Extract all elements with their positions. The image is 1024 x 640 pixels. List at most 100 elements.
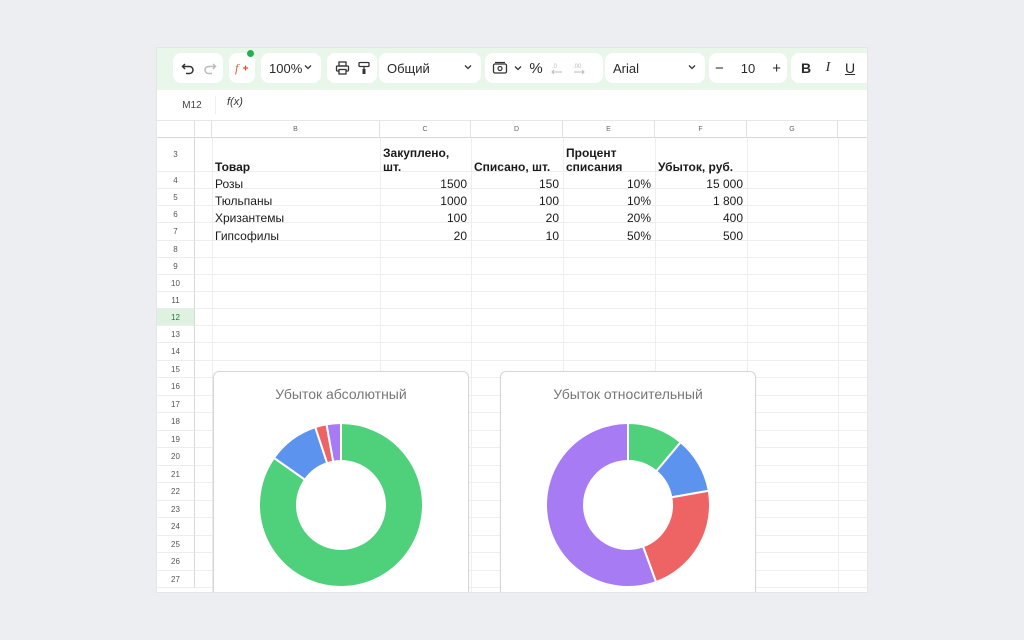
cell-product[interactable]: Розы — [215, 177, 243, 191]
column-header-g[interactable]: G — [747, 121, 838, 138]
row-header-9[interactable]: 9 — [157, 258, 195, 275]
italic-button[interactable]: I — [817, 57, 839, 79]
zoom-value: 100% — [269, 60, 303, 76]
sheet-grid[interactable]: B C D E F G 3 4 5 6 7 8 9 10 11 12 13 14 15 16 17 18 19 2… — [157, 121, 867, 592]
text-style-group: B I U — [791, 53, 867, 83]
row-header-27[interactable]: 27 — [157, 571, 195, 588]
corner-cell[interactable] — [157, 121, 195, 138]
cell-product[interactable]: Гипсофилы — [215, 229, 279, 243]
column-header-a[interactable] — [195, 121, 212, 138]
row-header-24[interactable]: 24 — [157, 518, 195, 536]
header-written-off: Списано, шт. — [474, 160, 551, 174]
font-family-select[interactable]: Arial — [605, 53, 705, 83]
print-paint-group — [327, 53, 377, 83]
row-header-22[interactable]: 22 — [157, 483, 195, 501]
row-header-8[interactable]: 8 — [157, 241, 195, 258]
decrease-decimal-icon[interactable]: .0 — [547, 57, 569, 79]
row-header-5[interactable]: 5 — [157, 189, 195, 206]
increase-decimal-icon[interactable]: .00 — [569, 57, 591, 79]
row-header-15[interactable]: 15 — [157, 361, 195, 378]
grid-line — [195, 325, 867, 326]
zoom-select[interactable]: 100% — [261, 53, 321, 83]
slice-3[interactable] — [641, 489, 711, 584]
chevron-down-icon — [463, 62, 473, 72]
number-format-select[interactable]: Общий — [379, 53, 481, 83]
cell-percent[interactable]: 20% — [566, 211, 651, 225]
row-header-7[interactable]: 7 — [157, 223, 195, 241]
chevron-down-icon[interactable] — [511, 57, 525, 79]
row-header-16[interactable]: 16 — [157, 378, 195, 396]
chart-relative-loss[interactable]: Убыток относительный РозыТюльпаныХризант… — [500, 371, 756, 592]
function-icon: f — [231, 57, 253, 79]
row-header-26[interactable]: 26 — [157, 553, 195, 571]
cell-loss[interactable]: 1 800 — [658, 194, 743, 208]
row-header-18[interactable]: 18 — [157, 413, 195, 431]
percent-button[interactable]: % — [525, 57, 547, 79]
cell-percent[interactable]: 10% — [566, 177, 651, 191]
svg-text:.00: .00 — [573, 64, 582, 70]
font-size-value[interactable]: 10 — [741, 61, 755, 76]
bold-button[interactable]: B — [795, 57, 817, 79]
cell-loss[interactable]: 15 000 — [658, 177, 743, 191]
grid-line — [195, 274, 867, 275]
underline-button[interactable]: U — [839, 57, 861, 79]
header-percent-line2: списания — [566, 160, 623, 174]
svg-text:.0: .0 — [552, 64, 558, 70]
cell-written-off[interactable]: 20 — [474, 211, 559, 225]
cell-written-off[interactable]: 150 — [474, 177, 559, 191]
row-header-23[interactable]: 23 — [157, 501, 195, 518]
cell-percent[interactable]: 10% — [566, 194, 651, 208]
column-header-f[interactable]: F — [655, 121, 747, 138]
column-header-b[interactable]: B — [212, 121, 380, 138]
cell-loss[interactable]: 500 — [658, 229, 743, 243]
function-button[interactable]: f — [229, 53, 255, 83]
chart-absolute-loss[interactable]: Убыток абсолютный РозыТюльпаныХризантемы… — [213, 371, 469, 592]
row-header-6[interactable]: 6 — [157, 206, 195, 223]
row-header-20[interactable]: 20 — [157, 448, 195, 466]
chevron-down-icon — [687, 62, 697, 72]
row-header-25[interactable]: 25 — [157, 536, 195, 553]
chart-title: Убыток относительный — [553, 386, 703, 402]
row-header-13[interactable]: 13 — [157, 326, 195, 343]
redo-icon[interactable] — [199, 57, 221, 79]
row-header-21[interactable]: 21 — [157, 466, 195, 483]
cell-written-off[interactable]: 100 — [474, 194, 559, 208]
row-header-17[interactable]: 17 — [157, 396, 195, 413]
toolbar: f 100% Общий % .0 .00 Arial − 10 + B I U — [157, 48, 867, 90]
spreadsheet-window: f 100% Общий % .0 .00 Arial − 10 + B I U… — [157, 48, 867, 592]
cell-percent[interactable]: 50% — [566, 229, 651, 243]
row-header-19[interactable]: 19 — [157, 431, 195, 448]
status-dot — [247, 50, 254, 57]
cell-bought[interactable]: 20 — [383, 229, 467, 243]
cell-product[interactable]: Тюльпаны — [215, 194, 272, 208]
cell-written-off[interactable]: 10 — [474, 229, 559, 243]
row-header-12[interactable]: 12 — [157, 309, 195, 326]
undo-icon[interactable] — [177, 57, 199, 79]
fx-icon: f(x) — [227, 96, 243, 108]
font-size-increase-button[interactable]: + — [772, 60, 781, 77]
grid-line — [195, 257, 867, 258]
row-header-11[interactable]: 11 — [157, 292, 195, 309]
formula-bar: M12 f(x) — [157, 90, 867, 121]
font-size-decrease-button[interactable]: − — [715, 60, 724, 77]
font-size-stepper: − 10 + — [709, 53, 787, 83]
cell-product[interactable]: Хризантемы — [215, 211, 284, 225]
row-header-4[interactable]: 4 — [157, 172, 195, 189]
column-header-c[interactable]: C — [380, 121, 471, 138]
column-header-h[interactable] — [838, 121, 867, 138]
row-header-14[interactable]: 14 — [157, 343, 195, 361]
currency-icon[interactable] — [489, 57, 511, 79]
cell-bought[interactable]: 100 — [383, 211, 467, 225]
donut-chart — [258, 421, 424, 588]
grid-line — [195, 308, 867, 309]
cell-bought[interactable]: 1500 — [383, 177, 467, 191]
column-header-d[interactable]: D — [471, 121, 563, 138]
cell-reference-box[interactable]: M12 — [169, 96, 216, 114]
row-header-3[interactable]: 3 — [157, 138, 195, 172]
paint-format-icon[interactable] — [353, 57, 375, 79]
print-icon[interactable] — [331, 57, 353, 79]
column-header-e[interactable]: E — [563, 121, 655, 138]
cell-loss[interactable]: 400 — [658, 211, 743, 225]
row-header-10[interactable]: 10 — [157, 275, 195, 292]
cell-bought[interactable]: 1000 — [383, 194, 467, 208]
